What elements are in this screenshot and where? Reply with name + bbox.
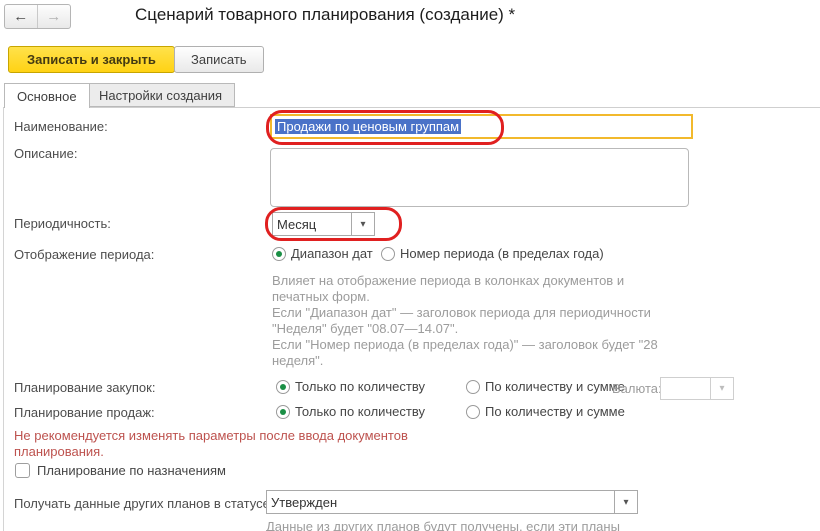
status-dropdown-button[interactable]: ▾ xyxy=(614,491,637,513)
content-left-border xyxy=(3,107,4,531)
forward-arrow-icon: → xyxy=(46,8,61,25)
currency-select: ▾ xyxy=(660,377,734,400)
warning-line: Не рекомендуется изменять параметры посл… xyxy=(14,428,408,444)
radio-purchase-qty-sum[interactable]: По количеству и сумме xyxy=(466,379,625,394)
page-title: Сценарий товарного планирования (создани… xyxy=(135,5,515,25)
currency-value xyxy=(661,378,710,399)
warning-line: планирования. xyxy=(14,444,408,460)
tab-main[interactable]: Основное xyxy=(4,83,90,108)
radio-on-icon xyxy=(276,380,290,394)
checkbox-unchecked-icon xyxy=(15,463,30,478)
radio-sales-qty-sum-label: По количеству и сумме xyxy=(485,404,625,419)
radio-sales-qty-only[interactable]: Только по количеству xyxy=(276,404,425,419)
radio-purchase-qty-only-label: Только по количеству xyxy=(295,379,425,394)
radio-off-icon xyxy=(381,247,395,261)
content-top-border xyxy=(3,107,820,108)
radio-off-icon xyxy=(466,380,480,394)
help-line: печатных форм. xyxy=(272,289,658,305)
tab-creation-settings[interactable]: Настройки создания xyxy=(86,83,235,107)
scenario-creation-window: ← → Сценарий товарного планирования (соз… xyxy=(0,0,820,531)
radio-period-number-label: Номер периода (в пределах года) xyxy=(400,246,604,261)
chevron-down-icon: ▾ xyxy=(623,497,628,508)
help-line: Если "Диапазон дат" — заголовок периода … xyxy=(272,305,658,321)
annotation-periodicity-highlight xyxy=(265,207,402,241)
other-plans-status-value: Утвержден xyxy=(267,491,614,513)
warning-text: Не рекомендуется изменять параметры посл… xyxy=(14,428,408,460)
radio-date-range-label: Диапазон дат xyxy=(291,246,373,261)
period-display-label: Отображение периода: xyxy=(14,247,154,262)
period-display-help: Влияет на отображение периода в колонках… xyxy=(272,273,658,369)
radio-sales-qty-only-label: Только по количеству xyxy=(295,404,425,419)
chevron-down-icon: ▾ xyxy=(710,378,733,399)
periodicity-label: Периодичность: xyxy=(14,216,111,231)
save-button[interactable]: Записать xyxy=(174,46,264,73)
name-label: Наименование: xyxy=(14,119,108,134)
radio-off-icon xyxy=(466,405,480,419)
back-arrow-icon: ← xyxy=(13,8,28,25)
nav-history-group: ← → xyxy=(4,4,71,29)
currency-label: Валюта: xyxy=(612,381,662,396)
radio-on-icon xyxy=(272,247,286,261)
assignments-checkbox-label: Планирование по назначениям xyxy=(37,463,226,478)
radio-sales-qty-sum[interactable]: По количеству и сумме xyxy=(466,404,625,419)
description-textarea[interactable] xyxy=(270,148,689,207)
description-label: Описание: xyxy=(14,146,77,161)
help-line: "Неделя" будет "08.07—14.07". xyxy=(272,321,658,337)
other-plans-status-select[interactable]: Утвержден ▾ xyxy=(266,490,638,514)
save-and-close-button[interactable]: Записать и закрыть xyxy=(8,46,175,73)
radio-date-range[interactable]: Диапазон дат xyxy=(272,246,373,261)
help-line: неделя". xyxy=(272,353,658,369)
back-button[interactable]: ← xyxy=(5,5,38,28)
forward-button[interactable]: → xyxy=(38,5,71,28)
radio-period-number[interactable]: Номер периода (в пределах года) xyxy=(381,246,604,261)
help-line: Если "Номер периода (в пределах года)" —… xyxy=(272,337,658,353)
radio-on-icon xyxy=(276,405,290,419)
help-line: Влияет на отображение периода в колонках… xyxy=(272,273,658,289)
purchase-planning-label: Планирование закупок: xyxy=(14,380,155,395)
annotation-name-highlight xyxy=(266,110,504,145)
other-plans-status-note: Данные из других планов будут получены, … xyxy=(266,519,620,531)
other-plans-status-label: Получать данные других планов в статусе: xyxy=(14,496,273,511)
radio-purchase-qty-only[interactable]: Только по количеству xyxy=(276,379,425,394)
radio-purchase-qty-sum-label: По количеству и сумме xyxy=(485,379,625,394)
sales-planning-label: Планирование продаж: xyxy=(14,405,155,420)
assignments-checkbox-row[interactable]: Планирование по назначениям xyxy=(15,463,226,478)
